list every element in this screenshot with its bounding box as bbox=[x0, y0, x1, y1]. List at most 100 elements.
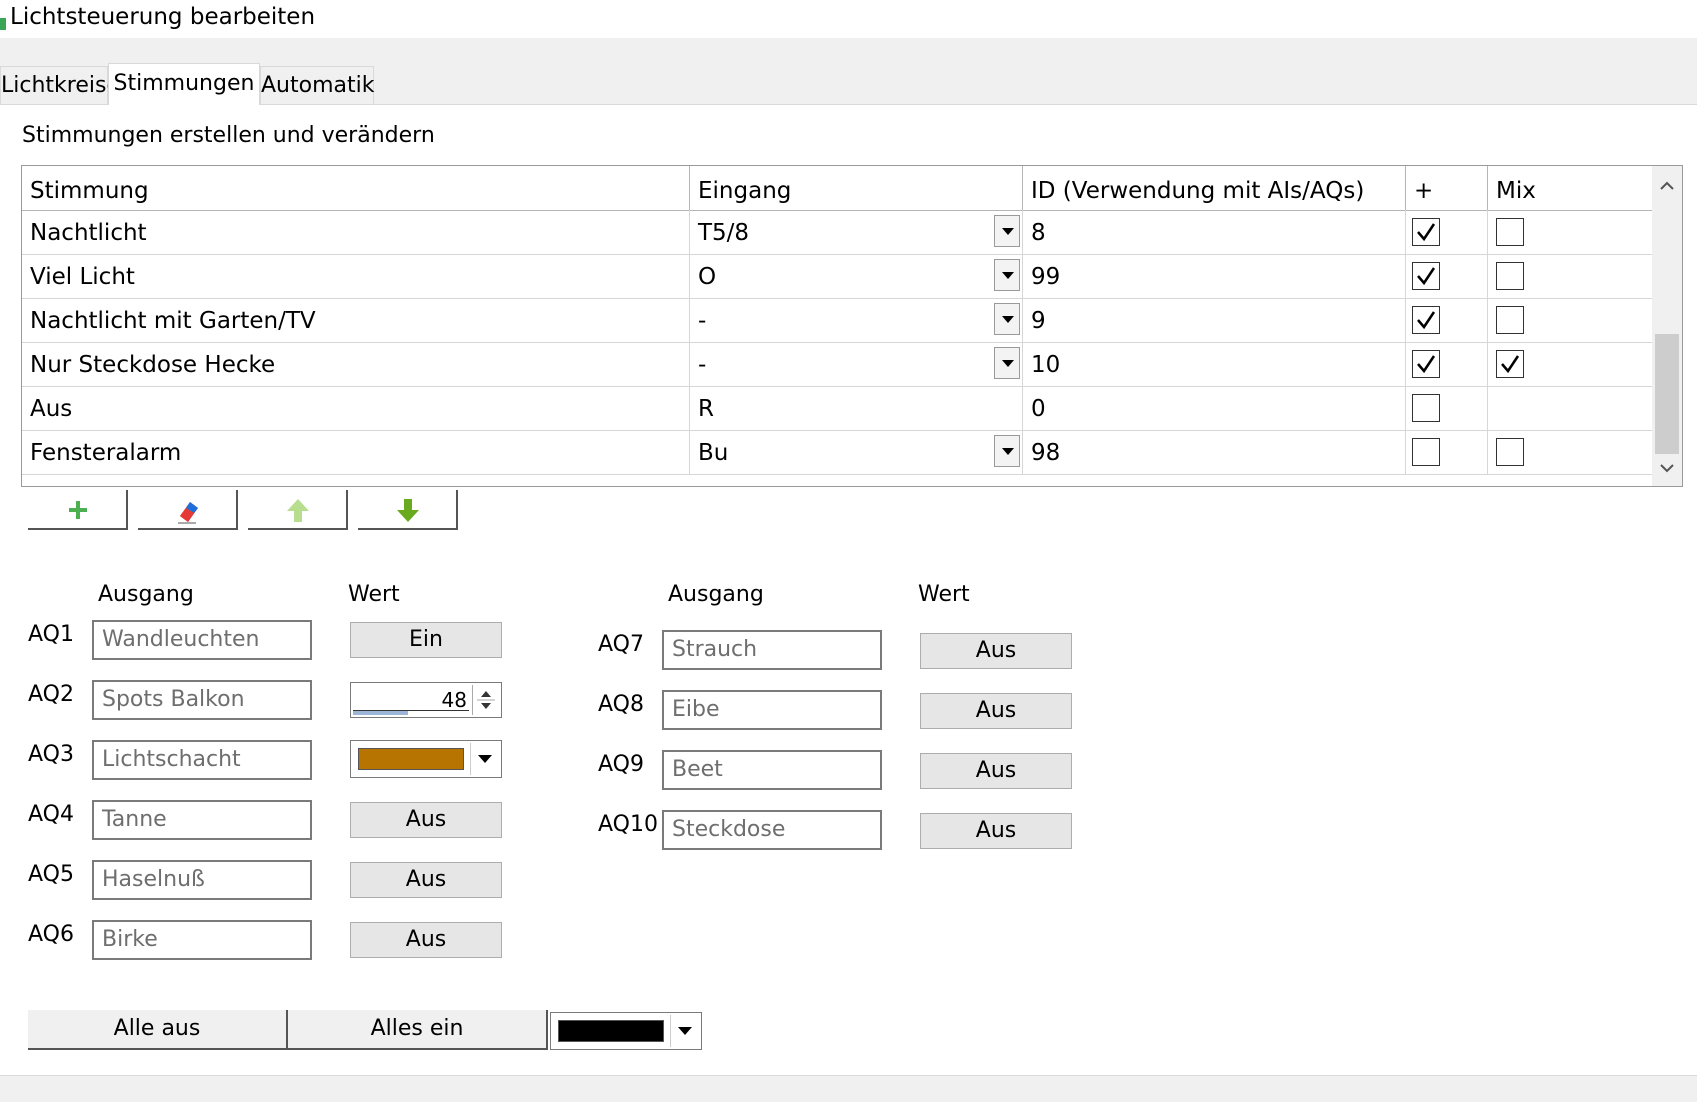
checkmark-icon bbox=[1417, 311, 1436, 330]
plus-checkbox[interactable] bbox=[1412, 306, 1440, 334]
delete-mood-button[interactable] bbox=[138, 490, 238, 530]
tab-stimmungen[interactable]: Stimmungen bbox=[108, 63, 260, 105]
spinner-buttons[interactable] bbox=[472, 685, 499, 715]
input-cell[interactable]: - bbox=[690, 298, 1023, 342]
plus-cell bbox=[1406, 386, 1488, 430]
id-cell[interactable]: 9 bbox=[1023, 298, 1406, 342]
all-on-button[interactable]: Alles ein bbox=[288, 1010, 548, 1050]
all-color-picker[interactable] bbox=[550, 1012, 702, 1050]
aq6-value-button[interactable]: Aus bbox=[350, 922, 502, 958]
checkmark-icon bbox=[1417, 267, 1436, 286]
plus-checkbox[interactable] bbox=[1412, 350, 1440, 378]
aq4-value-button[interactable]: Aus bbox=[350, 802, 502, 838]
move-up-button[interactable] bbox=[248, 490, 348, 530]
aq7-value-button[interactable]: Aus bbox=[920, 633, 1072, 669]
aq10-value-button[interactable]: Aus bbox=[920, 813, 1072, 849]
aq10-name-field[interactable]: Steckdose bbox=[662, 810, 882, 850]
scrollbar-thumb[interactable] bbox=[1655, 334, 1679, 454]
aq4-name-field[interactable]: Tanne bbox=[92, 800, 312, 840]
chevron-down-icon[interactable] bbox=[994, 259, 1020, 291]
column-header-plus[interactable]: + bbox=[1406, 166, 1488, 210]
aq6-label: AQ6 bbox=[28, 922, 74, 947]
input-value: Bu bbox=[698, 440, 729, 466]
aq1-value-button[interactable]: Ein bbox=[350, 622, 502, 658]
aq1-name-field[interactable]: Wandleuchten bbox=[92, 620, 312, 660]
chevron-down-icon[interactable] bbox=[994, 347, 1020, 379]
aq9-name-field[interactable]: Beet bbox=[662, 750, 882, 790]
mood-name-cell[interactable]: Aus bbox=[22, 386, 690, 430]
chevron-down-icon[interactable] bbox=[670, 1015, 699, 1047]
aq5-name-field[interactable]: Haselnuß bbox=[92, 860, 312, 900]
mix-checkbox[interactable] bbox=[1496, 306, 1524, 334]
aq5-value-button[interactable]: Aus bbox=[350, 862, 502, 898]
table-row[interactable]: Fensteralarm Bu 98 bbox=[22, 430, 1654, 475]
aq2-spinner-value: 48 bbox=[441, 688, 467, 712]
aq2-label: AQ2 bbox=[28, 682, 74, 707]
table-row[interactable]: Nachtlicht T5/8 8 bbox=[22, 210, 1654, 255]
aq8-name-field[interactable]: Eibe bbox=[662, 690, 882, 730]
id-cell[interactable]: 0 bbox=[1023, 386, 1406, 430]
input-cell[interactable]: - bbox=[690, 342, 1023, 386]
chevron-down-icon[interactable] bbox=[994, 435, 1020, 467]
tab-lichtkreise[interactable]: Lichtkreise bbox=[0, 66, 120, 104]
aq2-value-spinner[interactable]: 48 bbox=[350, 682, 502, 718]
aq8-label: AQ8 bbox=[598, 692, 644, 717]
table-row[interactable]: Aus R 0 bbox=[22, 386, 1654, 431]
aq3-name-field[interactable]: Lichtschacht bbox=[92, 740, 312, 780]
mood-name-cell[interactable]: Nur Steckdose Hecke bbox=[22, 342, 690, 386]
id-cell[interactable]: 8 bbox=[1023, 210, 1406, 254]
chevron-down-icon[interactable] bbox=[470, 743, 499, 775]
column-header-stimmung[interactable]: Stimmung bbox=[22, 166, 690, 210]
aq4-label: AQ4 bbox=[28, 802, 74, 827]
id-cell[interactable]: 99 bbox=[1023, 254, 1406, 298]
table-row[interactable]: Nur Steckdose Hecke - 10 bbox=[22, 342, 1654, 387]
mix-checkbox[interactable] bbox=[1496, 218, 1524, 246]
tab-automatik[interactable]: Automatik bbox=[260, 66, 374, 104]
mix-cell bbox=[1488, 254, 1654, 298]
plus-checkbox[interactable] bbox=[1412, 262, 1440, 290]
aq3-color-swatch bbox=[358, 748, 464, 770]
input-value: T5/8 bbox=[698, 220, 750, 246]
mood-name-cell[interactable]: Viel Licht bbox=[22, 254, 690, 298]
input-cell[interactable]: Bu bbox=[690, 430, 1023, 474]
chevron-down-icon[interactable] bbox=[994, 303, 1020, 335]
column-header-eingang[interactable]: Eingang bbox=[690, 166, 1023, 210]
mix-checkbox[interactable] bbox=[1496, 262, 1524, 290]
aq9-value-button[interactable]: Aus bbox=[920, 753, 1072, 789]
plus-checkbox[interactable] bbox=[1412, 394, 1440, 422]
column-header-id[interactable]: ID (Verwendung mit AIs/AQs) bbox=[1023, 166, 1406, 210]
plus-checkbox[interactable] bbox=[1412, 438, 1440, 466]
all-off-button[interactable]: Alle aus bbox=[28, 1010, 288, 1050]
aq8-value-button[interactable]: Aus bbox=[920, 693, 1072, 729]
scroll-down-icon[interactable] bbox=[1660, 464, 1674, 474]
chevron-down-icon[interactable] bbox=[994, 215, 1020, 247]
aq9-label: AQ9 bbox=[598, 752, 644, 777]
table-row[interactable]: Nachtlicht mit Garten/TV - 9 bbox=[22, 298, 1654, 343]
mix-checkbox[interactable] bbox=[1496, 438, 1524, 466]
plus-checkbox[interactable] bbox=[1412, 218, 1440, 246]
id-cell[interactable]: 98 bbox=[1023, 430, 1406, 474]
spinner-arrows-icon[interactable] bbox=[473, 685, 499, 715]
table-row[interactable]: Viel Licht O 99 bbox=[22, 254, 1654, 299]
table-scrollbar[interactable] bbox=[1652, 166, 1682, 486]
aq6-name-field[interactable]: Birke bbox=[92, 920, 312, 960]
mood-name-cell[interactable]: Fensteralarm bbox=[22, 430, 690, 474]
input-cell[interactable]: O bbox=[690, 254, 1023, 298]
mix-checkbox[interactable] bbox=[1496, 350, 1524, 378]
tab-strip: Lichtkreise Stimmungen Automatik bbox=[0, 38, 1697, 105]
aq7-name-field[interactable]: Strauch bbox=[662, 630, 882, 670]
id-cell[interactable]: 10 bbox=[1023, 342, 1406, 386]
scroll-up-icon[interactable] bbox=[1660, 180, 1674, 190]
ausgang-header-left: Ausgang bbox=[98, 582, 194, 607]
input-cell[interactable]: R bbox=[690, 386, 1023, 430]
mood-name-cell[interactable]: Nachtlicht bbox=[22, 210, 690, 254]
mood-name-cell[interactable]: Nachtlicht mit Garten/TV bbox=[22, 298, 690, 342]
aq2-name-field[interactable]: Spots Balkon bbox=[92, 680, 312, 720]
input-cell[interactable]: T5/8 bbox=[690, 210, 1023, 254]
column-header-mix[interactable]: Mix bbox=[1488, 166, 1654, 210]
window-title: Lichtsteuerung bearbeiten bbox=[10, 4, 316, 30]
aq3-color-picker[interactable] bbox=[350, 740, 502, 778]
add-mood-button[interactable] bbox=[28, 490, 128, 530]
move-down-button[interactable] bbox=[358, 490, 458, 530]
mix-cell bbox=[1488, 298, 1654, 342]
